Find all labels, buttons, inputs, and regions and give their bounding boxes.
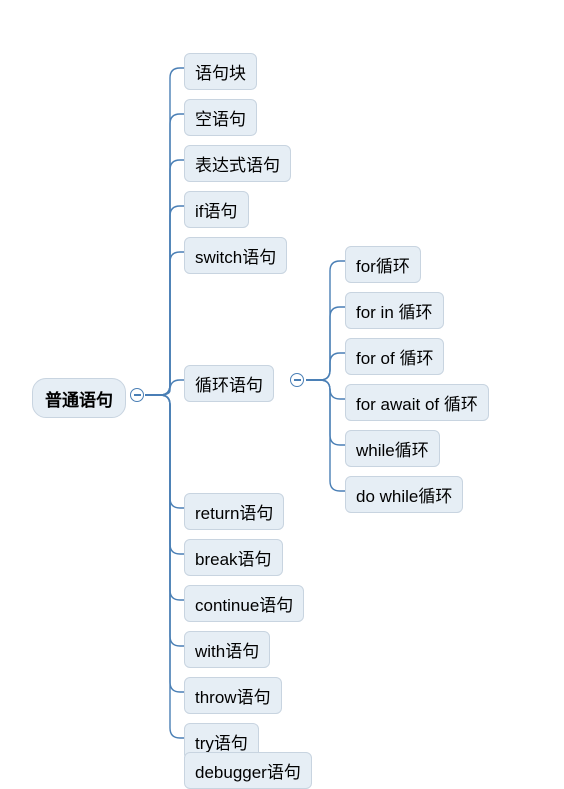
node-label: switch语句	[195, 248, 276, 267]
node-label: if语句	[195, 202, 238, 221]
child-node-return[interactable]: return语句	[184, 493, 284, 530]
node-label: try语句	[195, 734, 248, 753]
node-label: throw语句	[195, 688, 271, 707]
node-label: for await of 循环	[356, 395, 478, 414]
node-label: for循环	[356, 257, 410, 276]
child-node-with[interactable]: with语句	[184, 631, 270, 668]
child-node-loop[interactable]: 循环语句	[184, 365, 274, 402]
node-label: break语句	[195, 550, 272, 569]
node-label: do while循环	[356, 487, 452, 506]
child-node-expression[interactable]: 表达式语句	[184, 145, 291, 182]
node-label: for of 循环	[356, 349, 433, 368]
node-label: return语句	[195, 504, 273, 523]
node-label: while循环	[356, 441, 429, 460]
root-node[interactable]: 普通语句	[32, 378, 126, 418]
node-label: 空语句	[195, 110, 246, 129]
collapse-toggle-root[interactable]	[130, 388, 144, 402]
child-node-continue[interactable]: continue语句	[184, 585, 304, 622]
node-label: debugger语句	[195, 763, 301, 782]
node-label: 表达式语句	[195, 156, 280, 175]
loop-child-forof[interactable]: for of 循环	[345, 338, 444, 375]
loop-child-dowhile[interactable]: do while循环	[345, 476, 463, 513]
child-node-if[interactable]: if语句	[184, 191, 249, 228]
child-node-break[interactable]: break语句	[184, 539, 283, 576]
child-node-debugger[interactable]: debugger语句	[184, 752, 312, 789]
node-label: for in 循环	[356, 303, 433, 322]
child-node-throw[interactable]: throw语句	[184, 677, 282, 714]
node-label: 语句块	[195, 64, 246, 83]
node-label: with语句	[195, 642, 259, 661]
child-node-empty[interactable]: 空语句	[184, 99, 257, 136]
node-label: continue语句	[195, 596, 293, 615]
loop-child-for[interactable]: for循环	[345, 246, 421, 283]
child-node-switch[interactable]: switch语句	[184, 237, 287, 274]
child-node-block[interactable]: 语句块	[184, 53, 257, 90]
collapse-toggle-loop[interactable]	[290, 373, 304, 387]
root-label: 普通语句	[45, 391, 113, 410]
loop-child-forin[interactable]: for in 循环	[345, 292, 444, 329]
node-label: 循环语句	[195, 376, 263, 395]
loop-child-forawaitof[interactable]: for await of 循环	[345, 384, 489, 421]
loop-child-while[interactable]: while循环	[345, 430, 440, 467]
